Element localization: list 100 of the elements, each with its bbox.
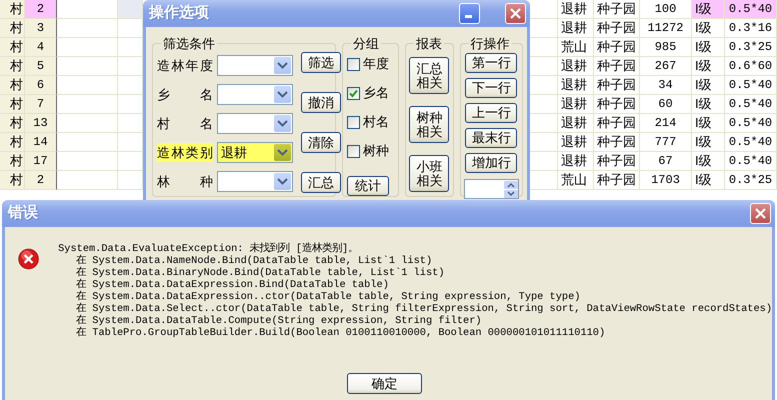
table-cell: 6 [25,76,57,95]
button[interactable]: 最末行 [465,128,518,148]
button[interactable]: 统计 [346,176,389,196]
table-cell: 种子园 [594,133,640,152]
table-cell [57,171,118,190]
field-label: 造林年度 [157,56,213,75]
table-cell: 种子园 [594,0,640,19]
button[interactable]: 筛选 [301,52,341,73]
stack-trace-line: 在 System.Data.DataExpression.Bind(DataTable table) [75,279,390,291]
group-title: 报表 [415,37,444,50]
field-label: 乡 名 [157,86,213,104]
button[interactable]: 上一行 [465,103,518,123]
table-cell: 214 [640,114,692,133]
table-cell: 0.3*16 [725,19,777,38]
table-cell: 13 [25,114,57,133]
minimize-button[interactable] [459,3,480,24]
field-label: 造林类别 [157,142,213,162]
table-cell: 退耕 [558,0,594,19]
table-cell: 种子园 [594,57,640,76]
table-cell: 退耕 [558,76,594,95]
field-label: 村 名 [157,114,213,133]
table-cell: 4 [25,38,57,57]
stack-trace-line: 在 System.Data.NameNode.Bind(DataTable table, List`1 list) [75,255,434,267]
table-cell: 0.3*25 [725,171,777,190]
dropdown[interactable] [217,55,293,76]
checkbox[interactable] [346,116,360,128]
table-cell [57,19,118,38]
dropdown[interactable] [217,113,293,134]
table-cell [57,152,118,171]
table-cell: I级 [692,38,725,57]
window-title: 操作选项 [149,3,210,24]
button[interactable]: 下一行 [465,78,518,98]
button[interactable]: 清除 [301,132,341,153]
checkbox[interactable] [346,144,360,158]
ok-button[interactable]: 确定 [347,373,422,394]
table-cell: I级 [692,152,725,171]
table-cell: I级 [692,76,725,95]
table-cell: I级 [692,133,725,152]
table-cell: 种子园 [594,19,640,38]
group-title: 筛选条件 [162,37,216,50]
table-cell [57,76,118,95]
table-cell: 5 [25,57,57,76]
checkbox-label: 树种 [362,142,389,160]
stack-trace-line: 在 TablePro.GroupTableBuilder.Build(Boolean 0100110010000, Boolean 000000101011110110) [75,327,606,339]
table-cell: 0.6*60 [725,57,777,76]
table-cell: 村 [0,114,25,133]
table-cell: 种子园 [594,171,640,190]
button[interactable]: 汇总相关 [409,57,450,94]
check-icon [348,88,358,98]
table-cell: 荒山 [558,171,594,190]
table-cell: I级 [692,95,725,114]
table-cell: 荒山 [558,38,594,57]
table-cell: 777 [640,133,692,152]
error-message: System.Data.EvaluateException: 未找到列 [造林类别]。 [58,243,360,255]
field-label: 林 种 [157,172,213,191]
table-cell: 2 [25,171,57,190]
table-cell: 种子园 [594,152,640,171]
dropdown[interactable] [217,171,293,192]
close-button[interactable] [505,3,526,24]
close-button[interactable] [750,203,771,224]
table-cell [57,95,118,114]
table-cell [57,38,118,57]
stack-trace-line: 在 System.Data.BinaryNode.Bind(DataTable table, List`1 list) [75,267,446,279]
table-cell: 退耕 [558,114,594,133]
table-cell: 村 [0,19,25,38]
dropdown[interactable]: 退耕 [217,142,293,163]
number-field[interactable] [464,179,519,199]
table-cell: 种子园 [594,114,640,133]
table-cell: 1703 [640,171,692,190]
button[interactable]: 撤消 [301,92,341,113]
table-cell: I级 [692,171,725,190]
stack-trace-line: 在 System.Data.Select..ctor(DataTable table, String filterExpression, String sort, DataViewRowState recordStates) [75,303,772,315]
button[interactable]: 增加行 [465,153,518,173]
checkbox[interactable] [346,58,360,70]
checkbox-label: 年度 [362,55,389,74]
table-cell [118,0,143,19]
close-icon [755,208,766,219]
table-cell: 60 [640,95,692,114]
group-title: 分组 [352,37,380,50]
button[interactable]: 树种相关 [409,106,450,143]
button[interactable]: 第一行 [465,53,518,73]
button[interactable]: 小班相关 [409,155,450,192]
table-cell: 17 [25,152,57,171]
table-cell: 0.5*40 [725,152,777,171]
table-cell: 村 [0,0,25,19]
table-cell [530,0,558,19]
checkbox-label: 村名 [362,113,389,132]
table-cell [57,57,118,76]
table-cell: 退耕 [558,95,594,114]
checkbox[interactable] [346,86,360,100]
table-cell: 14 [25,133,57,152]
window-title: 错误 [8,203,39,224]
button[interactable]: 汇总 [301,172,341,193]
table-cell: 种子园 [594,38,640,57]
table-cell: 退耕 [558,133,594,152]
table-cell: I级 [692,19,725,38]
table-cell: 985 [640,38,692,57]
dropdown[interactable] [217,84,293,105]
table-cell: 7 [25,95,57,114]
table-cell: 种子园 [594,76,640,95]
